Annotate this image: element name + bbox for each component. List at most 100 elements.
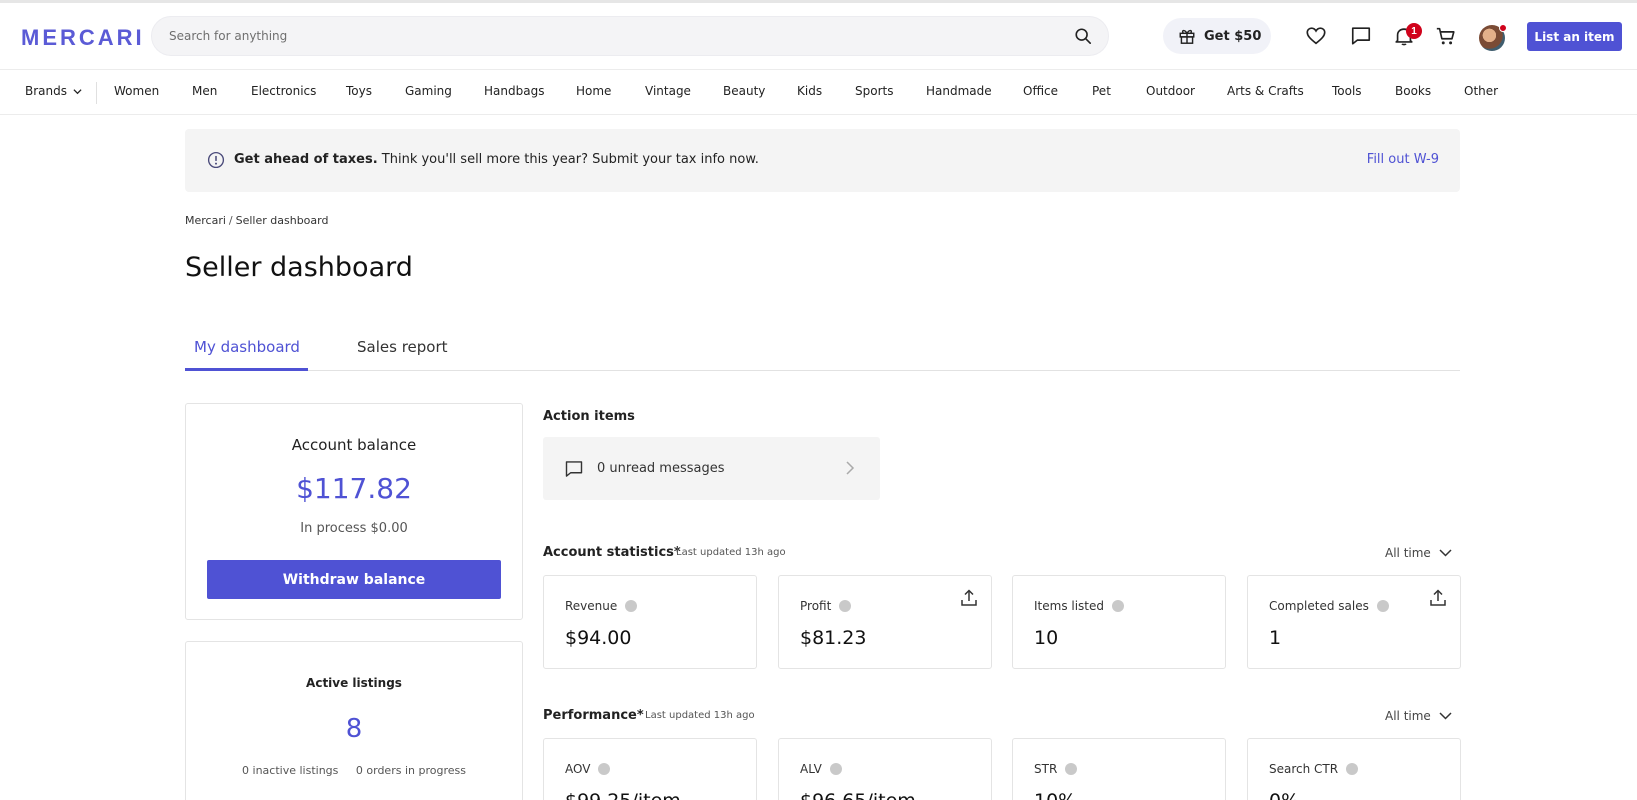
perf-value: $96.65/item — [800, 790, 916, 800]
nav-item-vintage[interactable]: Vintage — [645, 84, 691, 98]
info-icon[interactable] — [625, 600, 638, 612]
stat-items-listed: Items listed 10 — [1012, 575, 1226, 669]
tax-banner-message: Get ahead of taxes. Think you'll sell mo… — [234, 152, 759, 167]
orders-in-progress-link[interactable]: 0 orders in progress — [356, 764, 466, 777]
stat-completed-sales: Completed sales 1 — [1247, 575, 1461, 669]
perf-label: ALV — [800, 762, 822, 776]
breadcrumb: Mercari / Seller dashboard — [185, 214, 328, 227]
search-bar[interactable] — [151, 16, 1109, 56]
messages-icon[interactable] — [1350, 25, 1372, 47]
nav-item-handmade[interactable]: Handmade — [926, 84, 992, 98]
action-items-title: Action items — [543, 409, 635, 424]
nav-item-electronics[interactable]: Electronics — [251, 84, 316, 98]
perf-str-label-row: STR — [1034, 762, 1078, 776]
nav-item-sports[interactable]: Sports — [855, 84, 893, 98]
tax-banner: Get ahead of taxes. Think you'll sell mo… — [185, 129, 1460, 192]
perf-label: Search CTR — [1269, 762, 1339, 776]
get-50-label: Get $50 — [1204, 28, 1262, 44]
info-icon[interactable] — [1112, 600, 1125, 612]
unread-messages-item[interactable]: 0 unread messages — [543, 437, 880, 500]
nav-item-tools[interactable]: Tools — [1332, 84, 1362, 98]
stat-label: Profit — [800, 599, 832, 613]
breadcrumb-mercari[interactable]: Mercari — [185, 214, 226, 227]
info-icon[interactable] — [1376, 600, 1389, 612]
perf-aov: AOV $99.25/item — [543, 738, 757, 800]
stat-label: Items listed — [1034, 599, 1105, 613]
perf-value: $99.25/item — [565, 790, 681, 800]
info-icon[interactable] — [1065, 763, 1078, 775]
perf-search-ctr-label-row: Search CTR — [1269, 762, 1359, 776]
heart-icon[interactable] — [1305, 25, 1327, 47]
search-input[interactable] — [169, 17, 1049, 55]
category-nav: Brands Women Men Electronics Toys Gaming… — [0, 69, 1637, 115]
perf-aov-label-row: AOV — [565, 762, 611, 776]
stat-label: Completed sales — [1269, 599, 1369, 613]
nav-item-books[interactable]: Books — [1395, 84, 1431, 98]
performance-updated: Last updated 13h ago — [645, 710, 755, 721]
stat-value: $81.23 — [800, 627, 867, 649]
share-icon[interactable] — [1428, 588, 1448, 608]
avatar-status-dot — [1499, 24, 1507, 32]
list-an-item-button[interactable]: List an item — [1527, 22, 1622, 51]
nav-divider — [96, 82, 97, 104]
cart-icon[interactable] — [1435, 25, 1457, 47]
nav-item-office[interactable]: Office — [1023, 84, 1058, 98]
perf-alv-label-row: ALV — [800, 762, 842, 776]
tax-banner-bold: Get ahead of taxes. — [234, 152, 378, 167]
share-icon[interactable] — [959, 588, 979, 608]
nav-item-gaming[interactable]: Gaming — [405, 84, 452, 98]
stat-completed-sales-label-row: Completed sales — [1269, 599, 1389, 613]
nav-item-toys[interactable]: Toys — [346, 84, 372, 98]
nav-brands-dropdown[interactable]: Brands — [25, 84, 82, 98]
stat-items-listed-label-row: Items listed — [1034, 599, 1125, 613]
active-listings-count[interactable]: 8 — [186, 714, 522, 744]
breadcrumb-separator: / — [228, 214, 233, 227]
get-50-promo-button[interactable]: Get $50 — [1163, 18, 1271, 54]
performance-range-dropdown[interactable]: All time — [1385, 709, 1452, 723]
fill-out-w9-link[interactable]: Fill out W-9 — [1367, 152, 1439, 167]
page-title: Seller dashboard — [185, 252, 413, 283]
chevron-right-icon — [846, 461, 855, 475]
info-icon[interactable] — [829, 763, 842, 775]
performance-title: Performance* — [543, 708, 644, 723]
nav-item-beauty[interactable]: Beauty — [723, 84, 765, 98]
listings-substats: 0 inactive listings 0 orders in progress — [186, 764, 522, 777]
perf-search-ctr: Search CTR 0% — [1247, 738, 1461, 800]
tab-sales-report[interactable]: Sales report — [357, 338, 448, 356]
info-icon[interactable] — [598, 763, 611, 775]
nav-item-kids[interactable]: Kids — [797, 84, 822, 98]
tab-my-dashboard[interactable]: My dashboard — [194, 338, 300, 356]
nav-item-women[interactable]: Women — [114, 84, 159, 98]
stat-value: $94.00 — [565, 627, 632, 649]
in-process-amount: In process $0.00 — [300, 521, 408, 536]
nav-item-men[interactable]: Men — [192, 84, 217, 98]
nav-item-home[interactable]: Home — [576, 84, 611, 98]
nav-item-pet[interactable]: Pet — [1092, 84, 1111, 98]
perf-label: STR — [1034, 762, 1058, 776]
stat-value: 1 — [1269, 627, 1282, 649]
perf-value: 0% — [1269, 790, 1299, 800]
nav-item-outdoor[interactable]: Outdoor — [1146, 84, 1195, 98]
performance-range-label: All time — [1385, 709, 1431, 723]
tax-banner-text: Think you'll sell more this year? Submit… — [377, 152, 759, 167]
info-icon[interactable] — [1346, 763, 1359, 775]
stat-label: Revenue — [565, 599, 618, 613]
account-balance-title: Account balance — [291, 436, 417, 454]
account-balance-card: Account balance $117.82 In process $0.00… — [185, 403, 523, 620]
chat-icon — [565, 461, 583, 477]
search-icon[interactable] — [1074, 27, 1092, 45]
stat-profit-label-row: Profit — [800, 599, 852, 613]
inactive-listings-link[interactable]: 0 inactive listings — [242, 764, 338, 777]
nav-item-arts-crafts[interactable]: Arts & Crafts — [1227, 84, 1304, 98]
nav-item-other[interactable]: Other — [1464, 84, 1498, 98]
mercari-logo[interactable]: MERCARI — [21, 25, 145, 51]
info-icon[interactable] — [839, 600, 852, 612]
withdraw-balance-button[interactable]: Withdraw balance — [207, 560, 501, 599]
info-icon — [207, 151, 225, 169]
breadcrumb-current: Seller dashboard — [235, 214, 329, 227]
account-statistics-range-dropdown[interactable]: All time — [1385, 546, 1452, 560]
perf-value: 10% — [1034, 790, 1076, 800]
account-balance-amount: $117.82 — [296, 472, 412, 505]
nav-item-handbags[interactable]: Handbags — [484, 84, 544, 98]
stat-revenue: Revenue $94.00 — [543, 575, 757, 669]
